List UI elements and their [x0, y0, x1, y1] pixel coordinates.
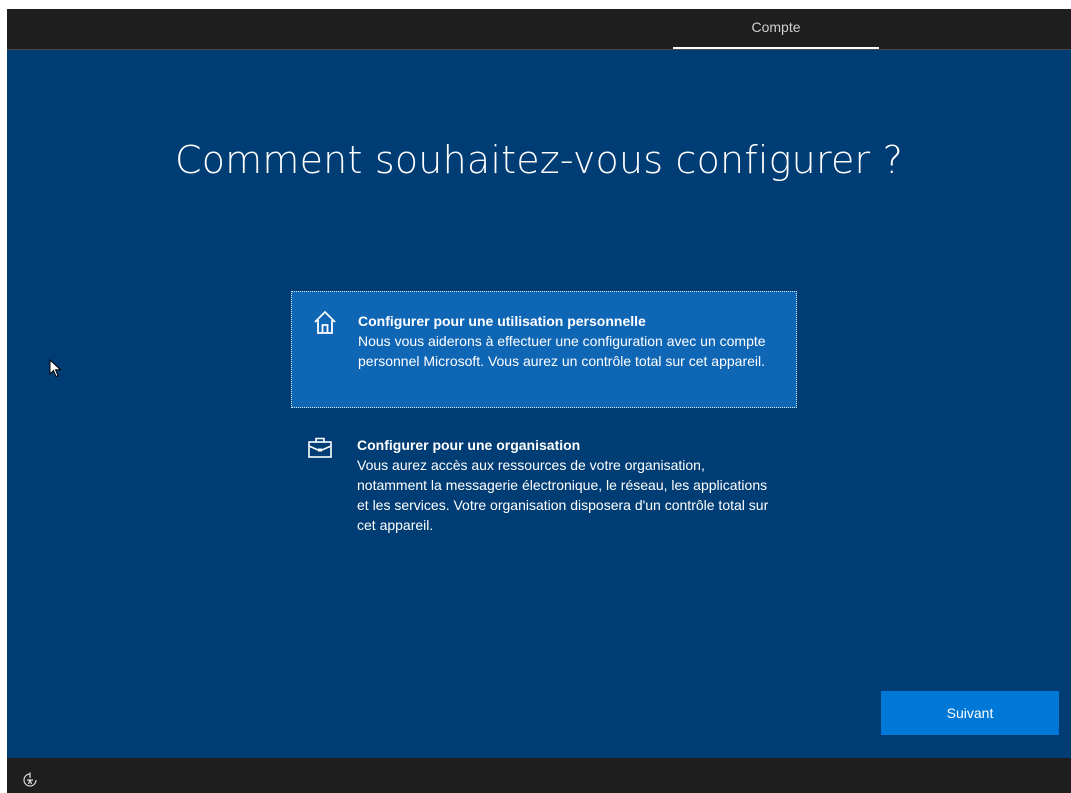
top-bar: Compte	[7, 9, 1071, 50]
option-description: Nous vous aiderons à effectuer une confi…	[358, 333, 766, 369]
accessibility-icon[interactable]	[22, 772, 38, 788]
option-personal-use[interactable]: Configurer pour une utilisation personne…	[291, 291, 797, 408]
tab-active-indicator	[673, 47, 879, 49]
option-description: Vous aurez accès aux ressources de votre…	[357, 457, 769, 533]
page-title: Comment souhaitez-vous configurer ?	[174, 138, 904, 182]
tab-account: Compte	[751, 19, 801, 35]
briefcase-icon	[308, 437, 332, 458]
option-title: Configurer pour une organisation	[357, 437, 581, 453]
mouse-pointer-icon	[49, 359, 62, 378]
oobe-screen: Compte Comment souhaitez-vous configurer…	[7, 9, 1071, 793]
option-organization[interactable]: Configurer pour une organisation Vous au…	[291, 428, 797, 548]
home-icon	[314, 311, 336, 334]
option-title: Configurer pour une utilisation personne…	[358, 313, 646, 329]
next-button[interactable]: Suivant	[881, 691, 1059, 735]
bottom-bar	[7, 758, 1071, 793]
main-content: Comment souhaitez-vous configurer ? Conf…	[7, 50, 1071, 758]
